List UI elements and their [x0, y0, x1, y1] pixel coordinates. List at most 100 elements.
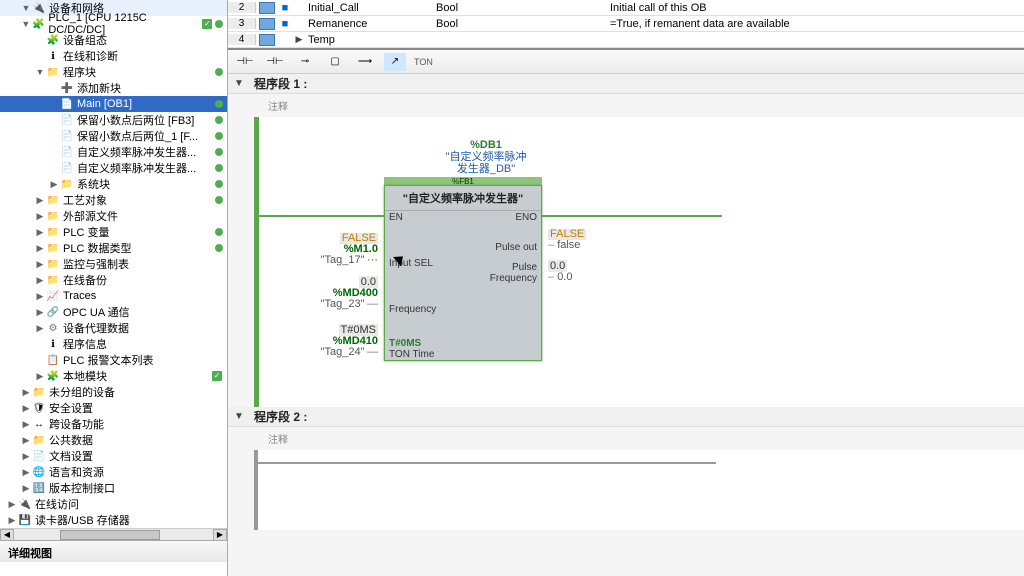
expander-icon[interactable]: ▼	[34, 67, 46, 77]
expander-icon[interactable]: ▶	[34, 243, 46, 254]
scroll-left-arrow[interactable]: ◀	[0, 529, 14, 541]
expander-icon[interactable]: ▶	[20, 483, 32, 494]
node-icon: ℹ	[46, 49, 60, 63]
collapse-icon[interactable]: ▼	[234, 78, 246, 89]
function-block[interactable]: "自定义频率脉冲发生器" EN ENO Input SEL Frequency …	[384, 185, 542, 361]
toolbar-button-1[interactable]: ⊣⊢	[264, 53, 286, 71]
tree-item-16[interactable]: ▶📁监控与强制表	[0, 256, 227, 272]
io-icon	[259, 34, 275, 46]
expander-icon[interactable]: ▶	[6, 515, 18, 526]
toolbar-button-3[interactable]: ▢	[324, 53, 346, 71]
segment2-header[interactable]: ▼ 程序段 2 :	[228, 407, 1024, 427]
expander-icon[interactable]: ▶	[34, 211, 46, 222]
operand-pulse-out[interactable]: FALSE – false	[548, 229, 608, 251]
segment1-header[interactable]: ▼ 程序段 1 :	[228, 74, 1024, 94]
interface-row[interactable]: 4▶Temp	[228, 32, 1024, 48]
node-icon: ➕	[60, 81, 74, 95]
tree-item-10[interactable]: 📄自定义频率脉冲发生器...	[0, 160, 227, 176]
expander-icon[interactable]: ▶	[20, 435, 32, 446]
pin-frequency: Frequency	[389, 304, 436, 315]
tree-item-13[interactable]: ▶📁外部源文件	[0, 208, 227, 224]
row-expander[interactable]: ▶	[292, 34, 306, 45]
operand-input-sel[interactable]: FALSE %M1.0 "Tag_17" ⋯	[296, 233, 378, 266]
tree-item-29[interactable]: ▶🌐语言和资源	[0, 464, 227, 480]
node-icon: 📄	[60, 129, 74, 143]
expander-icon[interactable]: ▶	[20, 403, 32, 414]
tree-item-1[interactable]: ▼🧩PLC_1 [CPU 1215C DC/DC/DC]✓	[0, 16, 227, 32]
sidebar-horizontal-scrollbar[interactable]: ◀ ▶	[0, 528, 227, 540]
pin-pulse-freq: Pulse Frequency	[490, 262, 537, 284]
expander-icon[interactable]: ▶	[6, 499, 18, 510]
tree-item-17[interactable]: ▶📁在线备份	[0, 272, 227, 288]
operand-frequency[interactable]: 0.0 %MD400 "Tag_23" —	[296, 277, 378, 310]
toolbar-button-0[interactable]: ⊣⊢	[234, 53, 256, 71]
tree-item-19[interactable]: ▶🔗OPC UA 通信	[0, 304, 227, 320]
expander-icon[interactable]: ▶	[34, 275, 46, 286]
operand-pulse-freq[interactable]: 0.0 – 0.0	[548, 261, 598, 283]
tree-item-30[interactable]: ▶🔢版本控制接口	[0, 480, 227, 496]
segment1-comment[interactable]: 注释	[228, 94, 1024, 117]
project-tree[interactable]: ▼🔌设备和网络▼🧩PLC_1 [CPU 1215C DC/DC/DC]✓🧩设备组…	[0, 0, 227, 528]
block-interface-table[interactable]: 2■Initial_CallBoolInitial call of this O…	[228, 0, 1024, 50]
tree-item-24[interactable]: ▶📁未分组的设备	[0, 384, 227, 400]
node-icon: 🔌	[18, 497, 32, 511]
expander-icon[interactable]: ▶	[20, 419, 32, 430]
expander-icon[interactable]: ▶	[48, 179, 60, 190]
toolbar-button-4[interactable]: ⟶	[354, 53, 376, 71]
io-icon	[259, 18, 275, 30]
tree-label: Main [OB1]	[77, 98, 132, 110]
tree-item-14[interactable]: ▶📁PLC 变量	[0, 224, 227, 240]
tree-item-4[interactable]: ▼📁程序块	[0, 64, 227, 80]
tree-item-9[interactable]: 📄自定义频率脉冲发生器...	[0, 144, 227, 160]
toolbar-button-2[interactable]: ⊸	[294, 53, 316, 71]
node-icon: 📄	[32, 449, 46, 463]
operand-ton[interactable]: T#0MS %MD410 "Tag_24" —	[296, 325, 378, 358]
collapse-icon[interactable]: ▼	[234, 411, 246, 422]
tree-item-23[interactable]: ▶🧩本地模块✓	[0, 368, 227, 384]
tree-item-20[interactable]: ▶⚙设备代理数据	[0, 320, 227, 336]
tree-item-7[interactable]: 📄保留小数点后两位 [FB3]	[0, 112, 227, 128]
mouse-cursor-icon	[396, 253, 408, 271]
expander-icon[interactable]: ▼	[20, 3, 32, 13]
instance-db-label[interactable]: %DB1 "自定义频率脉冲 发生器_DB"	[426, 139, 546, 175]
toolbar-button-5[interactable]: ↗	[384, 53, 406, 71]
tree-item-22[interactable]: 📋PLC 报警文本列表	[0, 352, 227, 368]
tree-item-26[interactable]: ▶↔跨设备功能	[0, 416, 227, 432]
tree-item-3[interactable]: ℹ在线和诊断	[0, 48, 227, 64]
expander-icon[interactable]: ▶	[34, 291, 46, 302]
expander-icon[interactable]: ▶	[34, 307, 46, 318]
tree-item-8[interactable]: 📄保留小数点后两位_1 [F...	[0, 128, 227, 144]
tree-item-25[interactable]: ▶🛡安全设置	[0, 400, 227, 416]
segment2-comment[interactable]: 注释	[228, 427, 1024, 450]
tree-item-28[interactable]: ▶📄文档设置	[0, 448, 227, 464]
interface-row[interactable]: 2■Initial_CallBoolInitial call of this O…	[228, 0, 1024, 16]
tree-item-12[interactable]: ▶📁工艺对象	[0, 192, 227, 208]
expander-icon[interactable]: ▶	[20, 467, 32, 478]
network1-canvas[interactable]: %DB1 "自定义频率脉冲 发生器_DB" %FB1 "自定义频率脉冲发生器" …	[254, 117, 1024, 407]
scroll-thumb[interactable]	[60, 530, 160, 540]
tree-item-11[interactable]: ▶📁系统块	[0, 176, 227, 192]
var-name: Temp	[306, 34, 436, 46]
tree-item-18[interactable]: ▶📈Traces	[0, 288, 227, 304]
network2-canvas[interactable]	[254, 450, 1024, 530]
expander-icon[interactable]: ▶	[34, 195, 46, 206]
tree-item-27[interactable]: ▶📁公共数据	[0, 432, 227, 448]
tree-item-5[interactable]: ➕添加新块	[0, 80, 227, 96]
scroll-right-arrow[interactable]: ▶	[213, 529, 227, 541]
tree-item-15[interactable]: ▶📁PLC 数据类型	[0, 240, 227, 256]
toolbar-timer-label[interactable]: TON	[414, 57, 433, 67]
tree-item-31[interactable]: ▶🔌在线访问	[0, 496, 227, 512]
interface-row[interactable]: 3■RemanenceBool=True, if remanent data a…	[228, 16, 1024, 32]
expander-icon[interactable]: ▶	[34, 371, 46, 382]
expander-icon[interactable]: ▶	[34, 323, 46, 334]
expander-icon[interactable]: ▼	[20, 19, 32, 29]
expander-icon[interactable]: ▶	[20, 451, 32, 462]
expander-icon[interactable]: ▶	[20, 387, 32, 398]
node-icon: 📄	[60, 145, 74, 159]
tree-item-32[interactable]: ▶💾读卡器/USB 存储器	[0, 512, 227, 528]
tree-item-6[interactable]: 📄Main [OB1]	[0, 96, 227, 112]
tree-item-21[interactable]: ℹ程序信息	[0, 336, 227, 352]
expander-icon[interactable]: ▶	[34, 259, 46, 270]
expander-icon[interactable]: ▶	[34, 227, 46, 238]
ladder-editor[interactable]: ▼ 程序段 1 : 注释 %DB1 "自定义频率脉冲 发生器_DB" %FB1 …	[228, 74, 1024, 576]
